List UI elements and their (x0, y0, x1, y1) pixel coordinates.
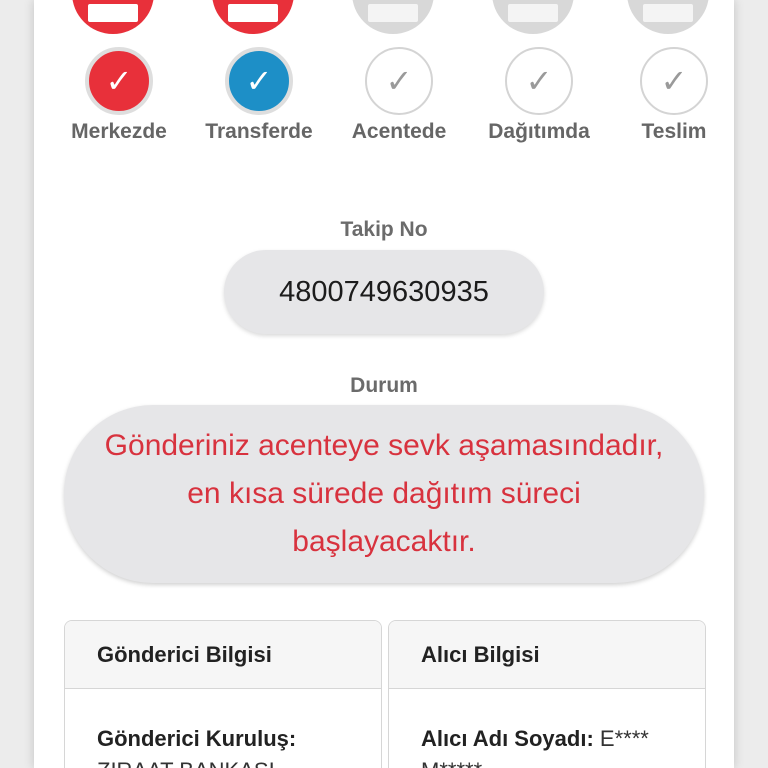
check-icon: ✓ (640, 47, 708, 115)
receiver-info-panel: Alıcı Bilgisi Alıcı Adı Soyadı: E**** M*… (388, 620, 706, 768)
status-message: Gönderiniz acenteye sevk aşamasındadır, … (64, 405, 704, 583)
branch-icon (352, 0, 434, 34)
receiver-info-body: Alıcı Adı Soyadı: E**** M***** (389, 689, 705, 768)
sender-info-title: Gönderici Bilgisi (65, 621, 381, 689)
delivery-vehicle-icon (492, 0, 574, 34)
check-icon: ✓ (225, 47, 293, 115)
sender-org-value: ZIRAAT BANKASI (97, 758, 275, 768)
tracking-number: 4800749630935 (224, 250, 544, 334)
tracking-card: ✓ Merkezde ✓ Transferde ✓ Acentede ✓ Dağ… (34, 0, 734, 768)
step-label: Acentede (351, 120, 447, 143)
check-icon: ✓ (85, 47, 153, 115)
sender-info-body: Gönderici Kuruluş: ZIRAAT BANKASI (65, 689, 381, 768)
shipment-progress: ✓ Merkezde ✓ Transferde ✓ Acentede ✓ Dağ… (34, 0, 734, 160)
warehouse-icon (72, 0, 154, 34)
handover-icon (627, 0, 709, 34)
sender-info-panel: Gönderici Bilgisi Gönderici Kuruluş: ZIR… (64, 620, 382, 768)
status-label: Durum (350, 374, 418, 397)
check-icon: ✓ (365, 47, 433, 115)
receiver-info-title: Alıcı Bilgisi (389, 621, 705, 689)
truck-icon (212, 0, 294, 34)
step-label: Teslim (641, 120, 707, 143)
tracking-label: Takip No (340, 218, 428, 241)
step-label: Merkezde (71, 120, 167, 143)
receiver-name-label: Alıcı Adı Soyadı: (421, 726, 594, 751)
check-icon: ✓ (505, 47, 573, 115)
step-label: Transferde (205, 120, 313, 143)
sender-org-label: Gönderici Kuruluş: (97, 726, 297, 751)
step-label: Dağıtımda (488, 120, 590, 143)
